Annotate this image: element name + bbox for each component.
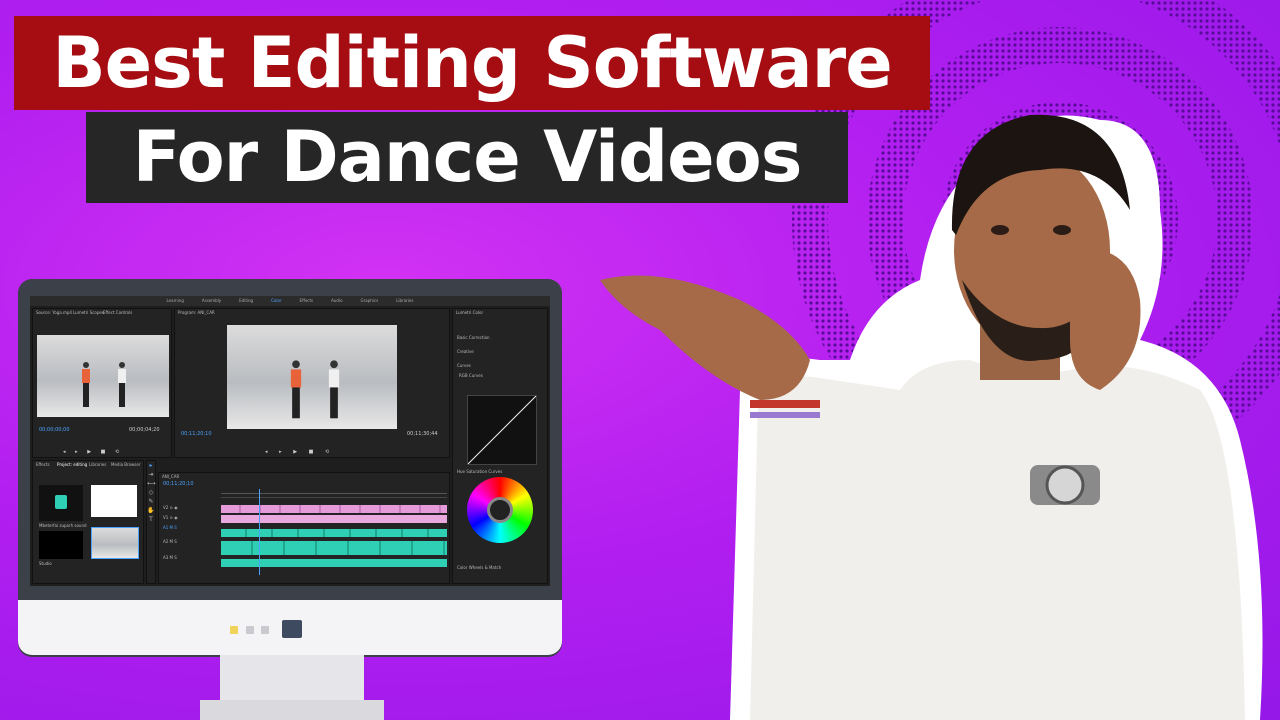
- program-monitor-panel: Program: ANI_CAR 00;11;20;10 00;11;30;44…: [174, 308, 450, 458]
- track-divider: [221, 497, 447, 498]
- hand-tool-icon[interactable]: ✋: [147, 506, 155, 515]
- workspace-tab[interactable]: Audio: [331, 296, 342, 306]
- monitor-dot-gray: [261, 626, 269, 634]
- workspace-tab[interactable]: Libraries: [396, 296, 413, 306]
- project-tab[interactable]: Libraries: [89, 462, 106, 467]
- hue-saturation-wheel[interactable]: [467, 477, 533, 543]
- black-clip-thumb[interactable]: [39, 531, 83, 559]
- type-tool-icon[interactable]: T: [147, 515, 155, 524]
- effect-controls-tab[interactable]: Effect Controls: [103, 310, 132, 315]
- white-clip-thumb[interactable]: [91, 485, 137, 517]
- selection-tool-icon[interactable]: ▸: [147, 461, 155, 470]
- ripple-tool-icon[interactable]: ⟷: [147, 479, 156, 488]
- program-timecode-in: 00;11;20;10: [181, 431, 212, 437]
- lumetri-tab[interactable]: Lumetri Color: [456, 310, 483, 315]
- project-item-label: Studio: [39, 561, 52, 566]
- audio-track-clips[interactable]: [221, 529, 447, 537]
- video-clip-thumb[interactable]: [91, 527, 139, 559]
- pen-tool-icon[interactable]: ✎: [147, 497, 155, 506]
- lumetri-section[interactable]: Curves: [457, 363, 471, 368]
- workspace-tab[interactable]: Learning: [167, 296, 184, 306]
- workspace-tab[interactable]: Assembly: [202, 296, 221, 306]
- lumetri-section[interactable]: Basic Correction: [457, 335, 490, 340]
- track-header[interactable]: A2 M S: [163, 539, 217, 555]
- monitor-dot-yellow: [230, 626, 238, 634]
- project-tab[interactable]: Project: editing: [57, 462, 87, 467]
- tools-panel: ▸ ⇥ ⟷ ◇ ✎ ✋ T: [146, 460, 156, 584]
- transport-controls[interactable]: ◂ ▸ ▶ ■ ⟲: [63, 449, 123, 455]
- workspace-tab[interactable]: Effects: [300, 296, 314, 306]
- time-ruler[interactable]: [221, 489, 447, 494]
- track-header[interactable]: V1 ⊙ ◉: [163, 515, 217, 525]
- project-tab[interactable]: Effects: [36, 462, 50, 467]
- monitor-stand-base: [200, 700, 384, 720]
- program-video-frame: [227, 325, 397, 429]
- audio-clip-thumb[interactable]: [39, 485, 83, 521]
- workspace-tab[interactable]: Color: [271, 296, 281, 306]
- editing-software-screen: Learning Assembly Editing Color Effects …: [30, 296, 550, 586]
- audio-icon: [55, 495, 67, 509]
- source-tab[interactable]: Source: Yoga.mp4: [36, 310, 72, 315]
- dancer-figure: [328, 360, 340, 419]
- dancer-figure: [82, 362, 90, 407]
- monitor-stand: [220, 655, 364, 703]
- curve-line: [467, 395, 537, 465]
- video-track-clips[interactable]: [221, 505, 447, 513]
- source-timecode-out: 00;00;04;20: [129, 427, 160, 433]
- audio-track-clips[interactable]: [221, 559, 447, 567]
- track-header[interactable]: A3 M S: [163, 555, 217, 565]
- project-panel: Effects Project: editing Libraries Media…: [32, 460, 144, 584]
- scopes-tab[interactable]: Lumetri Scopes: [73, 310, 104, 315]
- track-header[interactable]: A1 M S: [163, 525, 217, 539]
- workspace-tab[interactable]: Editing: [239, 296, 253, 306]
- program-timecode-out: 00;11;30;44: [407, 431, 438, 437]
- sequence-tab[interactable]: ANI_CAR: [162, 474, 179, 479]
- monitor-dot-gray: [246, 626, 254, 634]
- dancer-figure: [290, 360, 302, 419]
- track-headers: V2 ⊙ ◉ V1 ⊙ ◉ A1 M S A2 M S A3 M S: [163, 505, 217, 569]
- timeline-timecode: 00;11;20;10: [163, 481, 194, 487]
- project-item-label: Mbeterfai zuparh sound: [39, 523, 87, 528]
- presenter-person: [600, 114, 1263, 720]
- playhead[interactable]: [259, 489, 260, 575]
- timeline-panel: ANI_CAR 00;11;20;10 V2 ⊙ ◉ V1 ⊙ ◉ A1 M S…: [158, 472, 450, 584]
- workspace-bar: Learning Assembly Editing Color Effects …: [30, 296, 550, 306]
- project-tab[interactable]: Media Browser: [111, 462, 141, 467]
- dancer-figure: [118, 362, 126, 407]
- lumetri-section[interactable]: Color Wheels & Match: [457, 565, 501, 570]
- wheel-center: [487, 497, 513, 523]
- source-timecode-in: 00;00;00;00: [39, 427, 70, 433]
- workspace-tab[interactable]: Graphics: [361, 296, 379, 306]
- source-video-frame: [37, 335, 169, 417]
- lumetri-section[interactable]: Creative: [457, 349, 474, 354]
- lumetri-section[interactable]: RGB Curves: [459, 373, 483, 378]
- program-tab[interactable]: Program: ANI_CAR: [178, 310, 215, 315]
- lumetri-section[interactable]: Hue Saturation Curves: [457, 469, 502, 474]
- lumetri-color-panel: Lumetri Color Basic Correction Creative …: [452, 308, 548, 584]
- track-header[interactable]: V2 ⊙ ◉: [163, 505, 217, 515]
- razor-tool-icon[interactable]: ◇: [147, 488, 155, 497]
- audio-track-clips[interactable]: [221, 541, 447, 555]
- source-monitor-panel: Source: Yoga.mp4 Lumetri Scopes Effect C…: [32, 308, 172, 458]
- track-select-tool-icon[interactable]: ⇥: [147, 470, 155, 479]
- monitor-logo-square: [282, 620, 302, 638]
- transport-controls[interactable]: ◂ ▸ ▶ ■ ⟲: [265, 449, 334, 455]
- rgb-curve-graph[interactable]: [467, 395, 537, 465]
- video-track-clips[interactable]: [221, 515, 447, 523]
